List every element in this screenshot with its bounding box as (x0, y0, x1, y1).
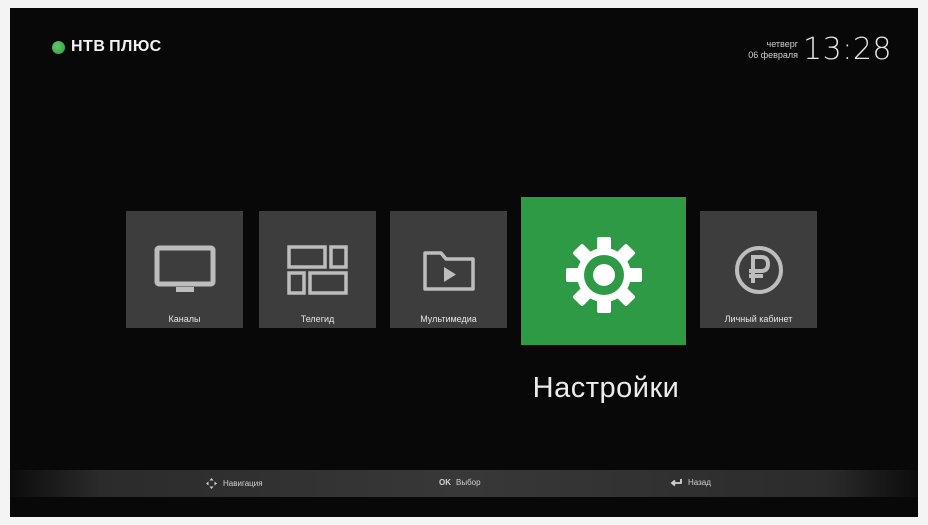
date: 06 февраля (748, 49, 799, 60)
clock: четверг 06 февраля 13:28 (748, 32, 892, 67)
selected-item-title: Настройки (532, 372, 680, 404)
weekday: четверг (766, 38, 799, 49)
tile-settings[interactable] (521, 197, 686, 345)
guide-grid-icon (259, 245, 376, 295)
back-arrow-icon (670, 479, 682, 487)
date-block: четверг 06 февраля (748, 39, 798, 61)
tile-label: Каналы (168, 314, 201, 324)
tv-screen: НТВ ПЛЮС четверг 06 февраля 13:28 Каналы (10, 8, 918, 517)
tv-icon (126, 245, 243, 295)
tile-account[interactable]: Личный кабинет (700, 211, 817, 328)
hint-bar: Навигация OK Выбор Назад (10, 470, 918, 497)
dpad-icon (206, 478, 217, 489)
tile-label: Мультимедиа (420, 314, 477, 324)
hint-select-label: Выбор (456, 478, 481, 487)
time: 13:28 (803, 32, 892, 67)
brand-name: НТВ ПЛЮС (71, 38, 162, 55)
hint-navigation-label: Навигация (223, 479, 263, 488)
ruble-icon (700, 244, 817, 296)
tile-channels[interactable]: Каналы (126, 211, 243, 328)
tile-label: Телегид (300, 314, 335, 324)
gear-icon (521, 233, 686, 317)
hint-select: OK Выбор (439, 478, 481, 487)
brand-dot-icon (52, 40, 65, 54)
tile-multimedia[interactable]: Мультимедиа (390, 211, 507, 328)
brand-logo: НТВ ПЛЮС (52, 38, 162, 56)
hint-navigation: Навигация (206, 478, 263, 489)
hint-back: Назад (670, 478, 711, 487)
ok-key-icon: OK (439, 478, 451, 487)
tile-guide[interactable]: Телегид (259, 211, 376, 328)
tile-label: Личный кабинет (724, 314, 793, 324)
hint-back-label: Назад (688, 478, 711, 487)
folder-play-icon (390, 247, 507, 293)
